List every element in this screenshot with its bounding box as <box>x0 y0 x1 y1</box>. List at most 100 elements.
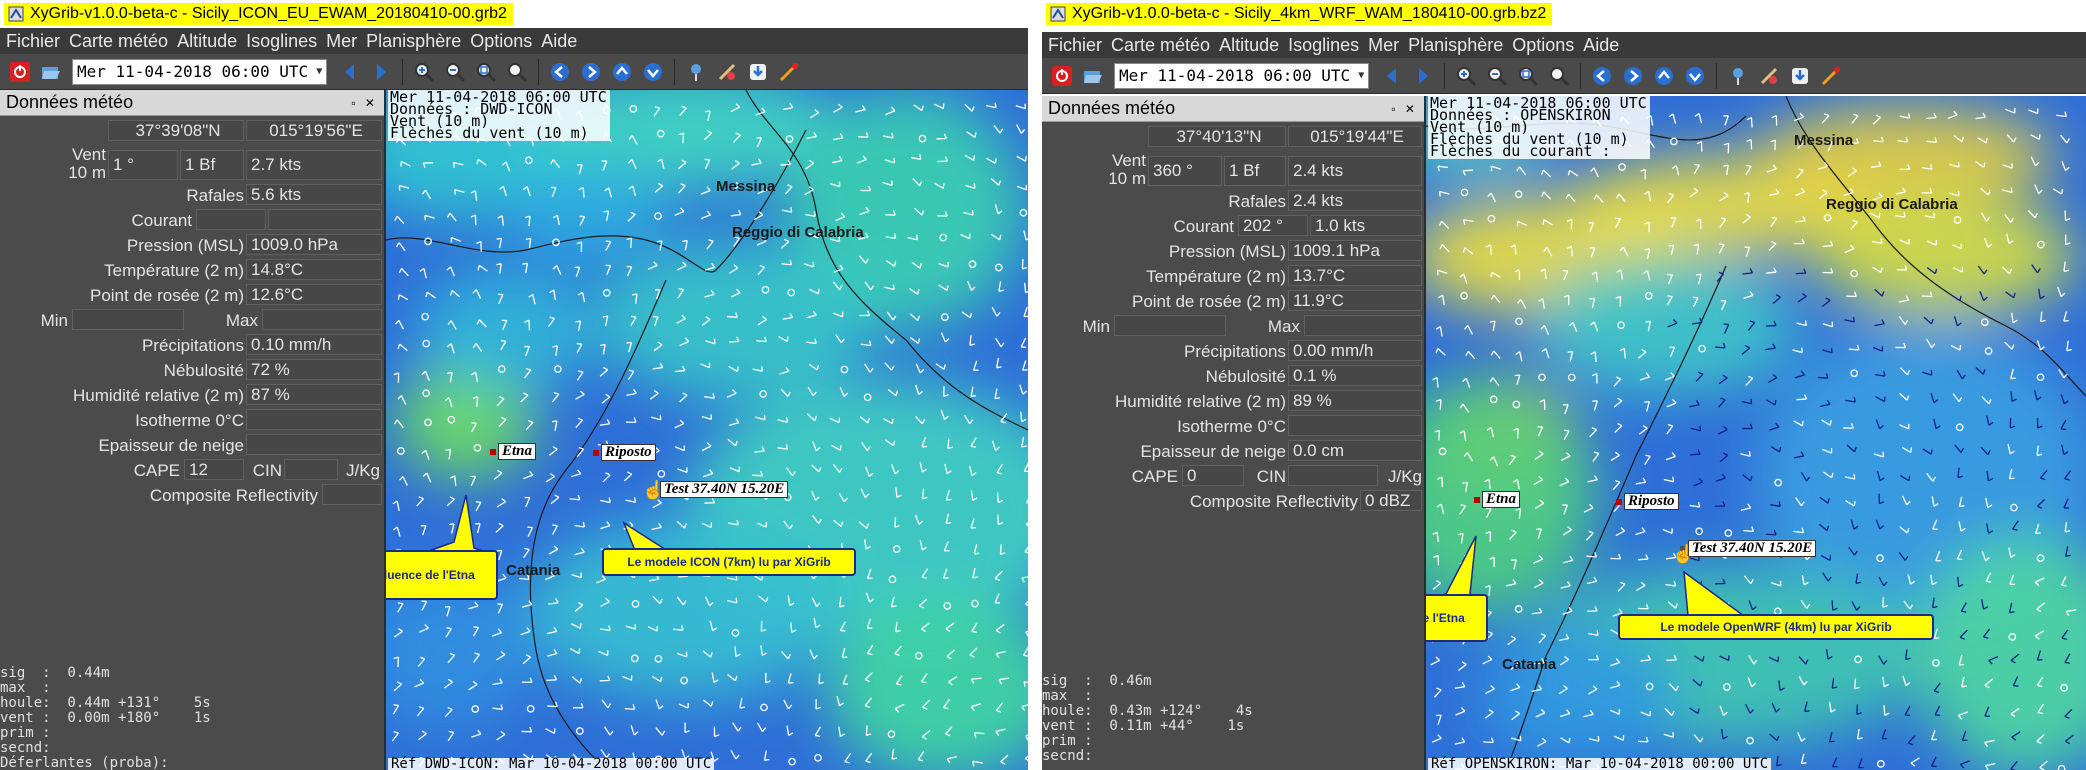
zoom-fit-icon[interactable] <box>472 58 500 86</box>
pan-up-icon[interactable] <box>608 58 636 86</box>
menu-isoglines[interactable]: Isoglines <box>1288 35 1368 56</box>
date-selector[interactable]: Mer 11-04-2018 06:00 UTC ▼ <box>1114 62 1370 89</box>
quit-button[interactable] <box>1048 62 1076 90</box>
toolbar: Mer 11-04-2018 06:00 UTC ▼ <box>0 54 1028 90</box>
weather-data-panel: Données météo ▫ ✕ 37°39'08"N 015°19'56"E… <box>0 90 386 770</box>
max-value <box>262 309 382 330</box>
route-icon[interactable] <box>775 58 803 86</box>
temperature-label: Température (2 m) <box>1146 267 1286 286</box>
temperature-label: Température (2 m) <box>104 261 244 280</box>
panel-float-close-icons[interactable]: ▫ ✕ <box>1391 102 1418 116</box>
zoom-out-icon[interactable] <box>441 58 469 86</box>
min-label: Min <box>1082 317 1110 336</box>
toolbar: Mer 11-04-2018 06:00 UTC ▼ <box>1042 58 2086 94</box>
next-date-button[interactable] <box>1409 62 1437 90</box>
humidity-value: 89 % <box>1288 390 1422 411</box>
humidity-label: Humidité relative (2 m) <box>1115 392 1286 411</box>
wave-info-text: sig : 0.46m max : houle: 0.43m +124° 4s … <box>1042 673 1253 764</box>
pan-up-icon[interactable] <box>1650 62 1678 90</box>
menu-bar: Fichier Carte météo Altitude Isoglines M… <box>0 28 1028 54</box>
cin-label: CIN <box>1256 467 1286 486</box>
gusts-label: Rafales <box>186 186 244 205</box>
wind-label-line1: Vent <box>71 145 106 164</box>
zoom-out-icon[interactable] <box>1483 62 1511 90</box>
menu-mer[interactable]: Mer <box>326 31 366 52</box>
zoom-fit-icon[interactable] <box>1514 62 1542 90</box>
chevron-down-icon: ▼ <box>316 66 323 77</box>
zoom-all-icon[interactable] <box>503 58 531 86</box>
panel-float-close-icons[interactable]: ▫ ✕ <box>351 96 378 110</box>
menu-altitude[interactable]: Altitude <box>177 31 246 52</box>
precipitation-value: 0.10 mm/h <box>246 334 382 355</box>
menu-planisphere[interactable]: Planisphère <box>1408 35 1512 56</box>
window-title: XyGrib-v1.0.0-beta-c - Sicily_ICON_EU_EW… <box>30 5 507 22</box>
menu-planisphere[interactable]: Planisphère <box>366 31 470 52</box>
precipitation-label: Précipitations <box>1183 342 1286 361</box>
cloud-cover-label: Nébulosité <box>163 361 244 380</box>
title-bar: XyGrib-v1.0.0-beta-c - Sicily_ICON_EU_EW… <box>0 0 513 28</box>
zoom-all-icon[interactable] <box>1545 62 1573 90</box>
menu-aide[interactable]: Aide <box>1583 35 1628 56</box>
next-date-button[interactable] <box>367 58 395 86</box>
poi-add-icon[interactable] <box>713 58 741 86</box>
open-file-button[interactable] <box>1079 62 1107 90</box>
pan-left-icon[interactable] <box>546 58 574 86</box>
zoom-in-icon[interactable] <box>1452 62 1480 90</box>
title-highlight: XyGrib-v1.0.0-beta-c - Sicily_4km_WRF_WA… <box>1046 3 1553 25</box>
previous-date-button[interactable] <box>1378 62 1406 90</box>
menu-altitude[interactable]: Altitude <box>1219 35 1288 56</box>
menu-fichier[interactable]: Fichier <box>1048 35 1111 56</box>
menu-carte-meteo[interactable]: Carte météo <box>1111 35 1219 56</box>
zoom-in-icon[interactable] <box>410 58 438 86</box>
menu-aide[interactable]: Aide <box>541 31 586 52</box>
quit-button[interactable] <box>6 58 34 86</box>
menu-isoglines[interactable]: Isoglines <box>246 31 326 52</box>
callout-model-note: Le modele ICON (7km) lu par XiGrib <box>602 548 856 576</box>
longitude-value: 015°19'56"E <box>246 120 382 141</box>
current-direction-value <box>196 209 266 230</box>
toolbar-separator <box>402 58 404 85</box>
date-selector[interactable]: Mer 11-04-2018 06:00 UTC ▼ <box>72 58 328 85</box>
weather-map[interactable]: Mer 11-04-2018 06:00 UTC Données : DWD-I… <box>386 90 1028 770</box>
reflectivity-label: Composite Reflectivity <box>149 486 318 505</box>
panel-title: Données météo <box>1048 98 1176 118</box>
menu-carte-meteo[interactable]: Carte météo <box>69 31 177 52</box>
weather-map[interactable]: Mer 11-04-2018 06:00 UTC Données : OPENS… <box>1426 96 2086 770</box>
pan-down-icon[interactable] <box>1681 62 1709 90</box>
callout-etna-influence: Influence de l'Etna <box>386 550 498 600</box>
pan-right-icon[interactable] <box>1619 62 1647 90</box>
cin-value <box>284 459 338 480</box>
download-grib-icon[interactable] <box>744 58 772 86</box>
toolbar-separator <box>538 58 540 85</box>
wind-label-line1: Vent <box>1111 151 1146 170</box>
dew-point-value: 11.9°C <box>1288 290 1422 311</box>
title-bar: XyGrib-v1.0.0-beta-c - Sicily_4km_WRF_WA… <box>1042 0 1553 28</box>
wind-beaufort-value: 1 Bf <box>180 150 244 180</box>
wind-label: Vent 10 m <box>1080 152 1146 188</box>
previous-date-button[interactable] <box>336 58 364 86</box>
route-icon[interactable] <box>1817 62 1845 90</box>
poi-add-icon[interactable] <box>1755 62 1783 90</box>
menu-options[interactable]: Options <box>470 31 541 52</box>
pressure-value: 1009.0 hPa <box>246 234 382 255</box>
pan-down-icon[interactable] <box>639 58 667 86</box>
weather-station-icon[interactable] <box>1724 62 1752 90</box>
menu-fichier[interactable]: Fichier <box>6 31 69 52</box>
callout-pointers <box>425 494 674 554</box>
xygrib-app-icon <box>8 6 24 22</box>
jkg-unit-label: J/Kg <box>345 461 380 480</box>
cape-value: 12 <box>184 459 244 480</box>
cloud-cover-value: 72 % <box>246 359 382 380</box>
title-highlight: XyGrib-v1.0.0-beta-c - Sicily_ICON_EU_EW… <box>4 3 513 25</box>
download-grib-icon[interactable] <box>1786 62 1814 90</box>
gusts-label: Rafales <box>1228 192 1286 211</box>
open-file-button[interactable] <box>37 58 65 86</box>
latitude-value: 37°40'13"N <box>1148 126 1286 147</box>
pan-right-icon[interactable] <box>577 58 605 86</box>
weather-station-icon[interactable] <box>682 58 710 86</box>
pressure-value: 1009.1 hPa <box>1288 240 1422 261</box>
menu-mer[interactable]: Mer <box>1368 35 1408 56</box>
menu-options[interactable]: Options <box>1512 35 1583 56</box>
pan-left-icon[interactable] <box>1588 62 1616 90</box>
reflectivity-value <box>322 484 382 505</box>
